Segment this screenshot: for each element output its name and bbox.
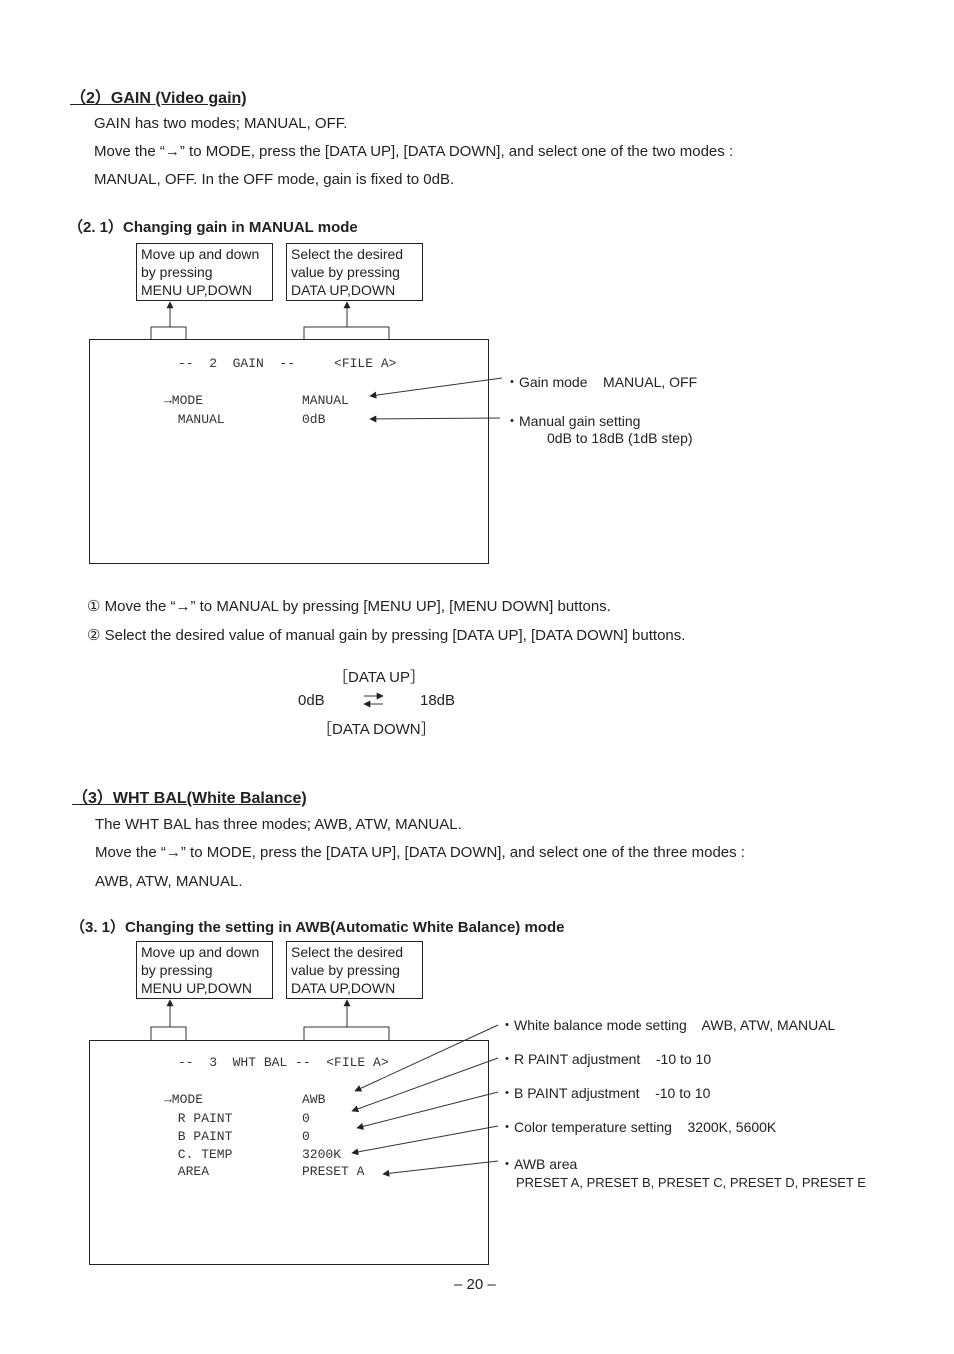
subheading-manual-gain: （2. 1）Changing gain in MANUAL mode xyxy=(68,219,358,236)
wb-row-area-label: AREA xyxy=(170,1164,210,1179)
range-data-up-label: ［DATA UP］ xyxy=(333,669,425,686)
step-1: ① Move the “→” to MANUAL by pressing [ME… xyxy=(87,598,611,615)
annotation-color-temp: ・Color temperature setting 3200K, 5600K xyxy=(500,1119,777,1135)
callout-data-updown: Select the desired value by pressing DAT… xyxy=(286,941,423,999)
callout-menu-updown: Move up and down by pressing MENU UP,DOW… xyxy=(136,941,273,999)
callout-line: Select the desired xyxy=(291,944,404,960)
annotation-gain-mode: ・Gain mode MANUAL, OFF xyxy=(505,374,698,390)
subheading-awb: （3. 1）Changing the setting in AWB(Automa… xyxy=(70,919,565,936)
callout-menu-updown: Move up and down by pressing MENU UP,DOW… xyxy=(136,243,273,301)
range-min: 0dB xyxy=(298,692,325,709)
callout-line: MENU UP,DOWN xyxy=(141,980,252,996)
gain-row-mode-label: →MODE xyxy=(164,393,204,408)
wb-row-ctemp-value: 3200K xyxy=(302,1147,342,1162)
callout-line: by pressing xyxy=(141,962,213,978)
annotation-r-paint: ・R PAINT adjustment -10 to 10 xyxy=(500,1051,712,1067)
wb-row-mode-value: AWB xyxy=(302,1092,326,1107)
wb-paragraph-3: AWB, ATW, MANUAL. xyxy=(95,873,243,890)
callout-line: value by pressing xyxy=(291,962,400,978)
wb-menu-screen xyxy=(89,1040,489,1265)
gain-paragraph-2: Move the “→” to MODE, press the [DATA UP… xyxy=(94,143,734,160)
gain-row-manual-value: 0dB xyxy=(302,412,326,427)
annotation-awb-area-options: PRESET A, PRESET B, PRESET C, PRESET D, … xyxy=(516,1175,866,1190)
callout-line: MENU UP,DOWN xyxy=(141,282,252,298)
bracket-data xyxy=(303,326,390,339)
wb-row-ctemp-label: C. TEMP xyxy=(170,1147,233,1162)
section-heading-gain: （2）GAIN (Video gain) xyxy=(70,90,247,107)
gain-screen-title: -- 2 GAIN -- <FILE A> xyxy=(178,356,397,371)
annotation-manual-gain: ・Manual gain setting xyxy=(505,413,641,429)
wb-row-rpaint-value: 0 xyxy=(302,1111,310,1126)
gain-row-manual-label: MANUAL xyxy=(170,412,225,427)
annotation-wb-mode: ・White balance mode setting AWB, ATW, MA… xyxy=(500,1017,836,1033)
callout-line: value by pressing xyxy=(291,264,400,280)
callout-line: DATA UP,DOWN xyxy=(291,282,396,298)
wb-row-bpaint-value: 0 xyxy=(302,1129,310,1144)
callout-line: Move up and down xyxy=(141,246,260,262)
annotation-awb-area: ・AWB area xyxy=(500,1156,578,1172)
wb-paragraph-2: Move the “→” to MODE, press the [DATA UP… xyxy=(95,844,745,861)
section-heading-white-balance: （3）WHT BAL(White Balance) xyxy=(72,790,307,807)
gain-row-mode-value: MANUAL xyxy=(302,393,349,408)
gain-paragraph-1: GAIN has two modes; MANUAL, OFF. xyxy=(94,115,348,132)
callout-line: by pressing xyxy=(141,264,213,280)
gain-paragraph-3: MANUAL, OFF. In the OFF mode, gain is fi… xyxy=(94,171,455,188)
wb-row-bpaint-label: B PAINT xyxy=(170,1129,233,1144)
page-number: – 20 – xyxy=(454,1276,496,1293)
wb-row-area-value: PRESET A xyxy=(302,1164,365,1179)
wb-row-mode-label: →MODE xyxy=(164,1092,204,1107)
wb-screen-title: -- 3 WHT BAL -- <FILE A> xyxy=(178,1055,389,1070)
callout-data-updown: Select the desired value by pressing DAT… xyxy=(286,243,423,301)
callout-line: Select the desired xyxy=(291,246,404,262)
range-max: 18dB xyxy=(420,692,456,709)
gain-menu-screen xyxy=(89,339,489,564)
callout-line: Move up and down xyxy=(141,944,260,960)
annotation-b-paint: ・B PAINT adjustment -10 to 10 xyxy=(500,1085,711,1101)
bracket-data xyxy=(303,1026,390,1040)
bracket-menu xyxy=(150,326,187,339)
step-2: ② Select the desired value of manual gai… xyxy=(87,627,686,644)
bracket-menu xyxy=(150,1026,187,1040)
annotation-manual-gain-range: 0dB to 18dB (1dB step) xyxy=(547,430,693,446)
wb-row-rpaint-label: R PAINT xyxy=(170,1111,233,1126)
range-data-down-label: ［DATA DOWN］ xyxy=(317,721,436,738)
callout-line: DATA UP,DOWN xyxy=(291,980,396,996)
wb-paragraph-1: The WHT BAL has three modes; AWB, ATW, M… xyxy=(95,816,462,833)
